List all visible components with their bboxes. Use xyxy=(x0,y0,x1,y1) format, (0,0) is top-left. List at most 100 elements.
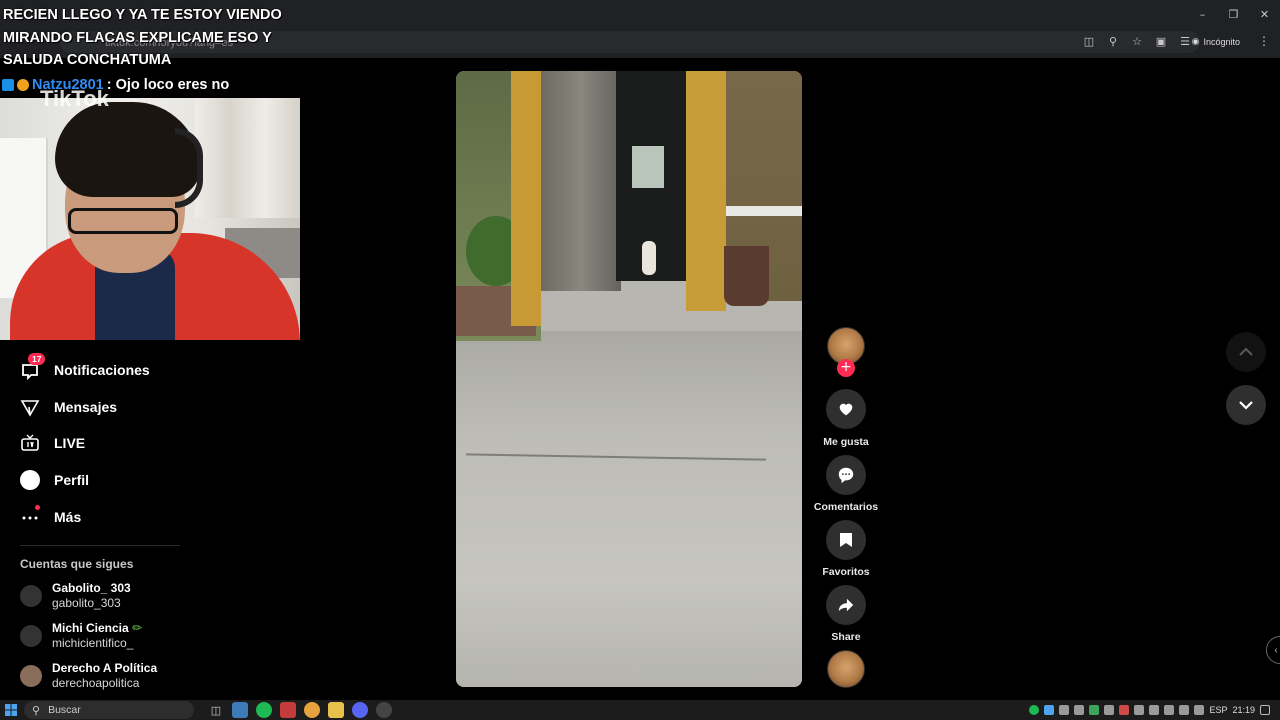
tray-icon[interactable] xyxy=(1044,705,1055,715)
avatar xyxy=(20,585,42,607)
profile-icon xyxy=(20,470,40,491)
tray-icon[interactable] xyxy=(1059,705,1070,715)
install-icon[interactable]: ▣ xyxy=(1154,34,1168,48)
account-handle: gabolito_303 xyxy=(52,596,121,610)
reading-list-icon[interactable]: ☰ xyxy=(1178,34,1192,48)
share-label: Share xyxy=(831,631,861,643)
favorites-label: Favoritos xyxy=(822,566,870,578)
chevron-up-icon xyxy=(1239,347,1253,356)
windows-start-icon[interactable] xyxy=(0,700,22,720)
previous-video-button[interactable] xyxy=(1226,332,1266,372)
sidebar-item-label: Mensajes xyxy=(54,398,118,415)
dog xyxy=(642,241,656,275)
spotify-icon[interactable] xyxy=(256,702,272,718)
following-section-title: Cuentas que sigues xyxy=(20,557,134,571)
like-button[interactable] xyxy=(826,389,866,429)
search-placeholder: Buscar xyxy=(48,704,81,716)
stream-alert-title: RECIEN LLEGO Y YA TE ESTOY VIENDO MIRAND… xyxy=(3,7,282,68)
share-arrow-icon xyxy=(838,598,854,612)
obs-icon[interactable] xyxy=(376,702,392,718)
tray-icon[interactable] xyxy=(1104,705,1115,715)
chat-sub-badge-icon xyxy=(17,79,29,91)
zoom-icon[interactable]: ⚲ xyxy=(1106,34,1120,48)
bookmark-star-icon[interactable]: ☆ xyxy=(1130,34,1144,48)
close-icon[interactable]: ✕ xyxy=(1249,0,1280,28)
heart-icon xyxy=(839,403,853,416)
wifi-icon[interactable] xyxy=(1149,705,1160,715)
paper-plane-icon xyxy=(20,397,40,417)
account-name: Derecho A Política xyxy=(52,661,158,675)
account-name: Gabolito_ 303 xyxy=(52,581,131,595)
chevron-left-icon: ‹ xyxy=(1274,644,1278,656)
app-icon[interactable] xyxy=(280,702,296,718)
tray-icon[interactable] xyxy=(1134,705,1145,715)
windows-taskbar: ⚲ Buscar ◫ ESP 21:19 xyxy=(0,700,1280,720)
chat-badge-icon xyxy=(2,79,14,91)
toolbar-icons: ◫ ⚲ ☆ ▣ ☰ xyxy=(1082,34,1192,48)
following-account[interactable]: Michi Ciencia ✏ michicientifico_ xyxy=(20,621,142,651)
restore-icon[interactable]: ❐ xyxy=(1218,0,1249,28)
browser-menu-icon[interactable]: ⋮ xyxy=(1258,34,1270,48)
taskbar-apps: ◫ xyxy=(208,702,392,718)
account-handle: derechoapolitica xyxy=(52,676,140,690)
tray-icon[interactable] xyxy=(1074,705,1085,715)
bookmark-icon xyxy=(840,533,852,547)
minimize-icon[interactable]: – xyxy=(1187,0,1218,28)
notification-count-badge: 17 xyxy=(28,353,46,365)
sound-disc-avatar[interactable] xyxy=(827,650,865,688)
webcam-feed xyxy=(0,98,300,340)
system-tray: ESP 21:19 xyxy=(1029,700,1280,720)
pencil-icon: ✏ xyxy=(132,621,143,635)
avatar xyxy=(20,625,42,647)
task-view-icon[interactable]: ◫ xyxy=(208,702,224,718)
chat-username: Natzu2801 xyxy=(32,77,104,93)
tray-icon[interactable] xyxy=(1089,705,1100,715)
share-button[interactable] xyxy=(826,585,866,625)
taskbar-search-input[interactable]: ⚲ Buscar xyxy=(24,701,194,719)
following-account[interactable]: Derecho A Política derechoapolitica xyxy=(20,661,157,691)
tray-icon[interactable] xyxy=(1029,705,1040,715)
discord-icon[interactable] xyxy=(352,702,368,718)
search-icon: ⚲ xyxy=(32,703,41,717)
sidebar-item-label: Más xyxy=(54,508,82,525)
follow-plus-icon[interactable]: + xyxy=(837,359,855,377)
microphone-icon[interactable] xyxy=(1164,705,1175,715)
account-name: Michi Ciencia ✏ xyxy=(52,621,143,635)
tray-icon[interactable] xyxy=(1119,705,1130,715)
sidebar-nav: 17 Notificaciones Mensajes LIVE Perfil M… xyxy=(20,352,220,535)
notifications-icon[interactable] xyxy=(1260,705,1270,715)
file-explorer-icon[interactable] xyxy=(328,702,344,718)
incognito-label: Incógnito xyxy=(1203,36,1240,47)
account-handle: michicientifico_ xyxy=(52,636,134,650)
chat-text: : Ojo loco eres no xyxy=(106,77,230,93)
volume-icon[interactable] xyxy=(1194,705,1205,715)
translate-icon[interactable]: ◫ xyxy=(1082,34,1096,48)
network-icon[interactable] xyxy=(1179,705,1190,715)
favorites-button[interactable] xyxy=(826,520,866,560)
comments-label: Comentarios xyxy=(813,501,879,513)
app-icon[interactable] xyxy=(232,702,248,718)
collapse-panel-button[interactable]: ‹ xyxy=(1266,636,1280,664)
comment-bubble-icon xyxy=(838,467,854,484)
next-video-button[interactable] xyxy=(1226,385,1266,425)
sidebar-item-mas[interactable]: Más xyxy=(20,498,220,535)
incognito-icon: ◉ xyxy=(1191,36,1200,46)
clock[interactable]: 21:19 xyxy=(1232,705,1255,715)
sidebar-item-label: Perfil xyxy=(54,472,90,489)
sidebar-item-label: Notificaciones xyxy=(54,362,150,379)
sidebar-item-label: LIVE xyxy=(54,435,86,452)
comments-button[interactable] xyxy=(826,455,866,495)
chat-message: Natzu2801 : Ojo loco eres no xyxy=(2,77,229,93)
video-player[interactable] xyxy=(456,71,802,687)
language-indicator[interactable]: ESP xyxy=(1209,705,1227,715)
chevron-down-icon xyxy=(1239,401,1253,410)
chrome-icon[interactable] xyxy=(304,702,320,718)
sidebar-item-mensajes[interactable]: Mensajes xyxy=(20,389,220,426)
incognito-indicator[interactable]: ◉ Incógnito xyxy=(1192,36,1240,47)
sidebar-divider xyxy=(20,545,180,546)
sidebar-item-notificaciones[interactable]: 17 Notificaciones xyxy=(20,352,220,389)
avatar xyxy=(20,665,42,687)
sidebar-item-perfil[interactable]: Perfil xyxy=(20,462,220,499)
sidebar-item-live[interactable]: LIVE xyxy=(20,425,220,462)
following-account[interactable]: Gabolito_ 303 gabolito_303 xyxy=(20,581,131,611)
